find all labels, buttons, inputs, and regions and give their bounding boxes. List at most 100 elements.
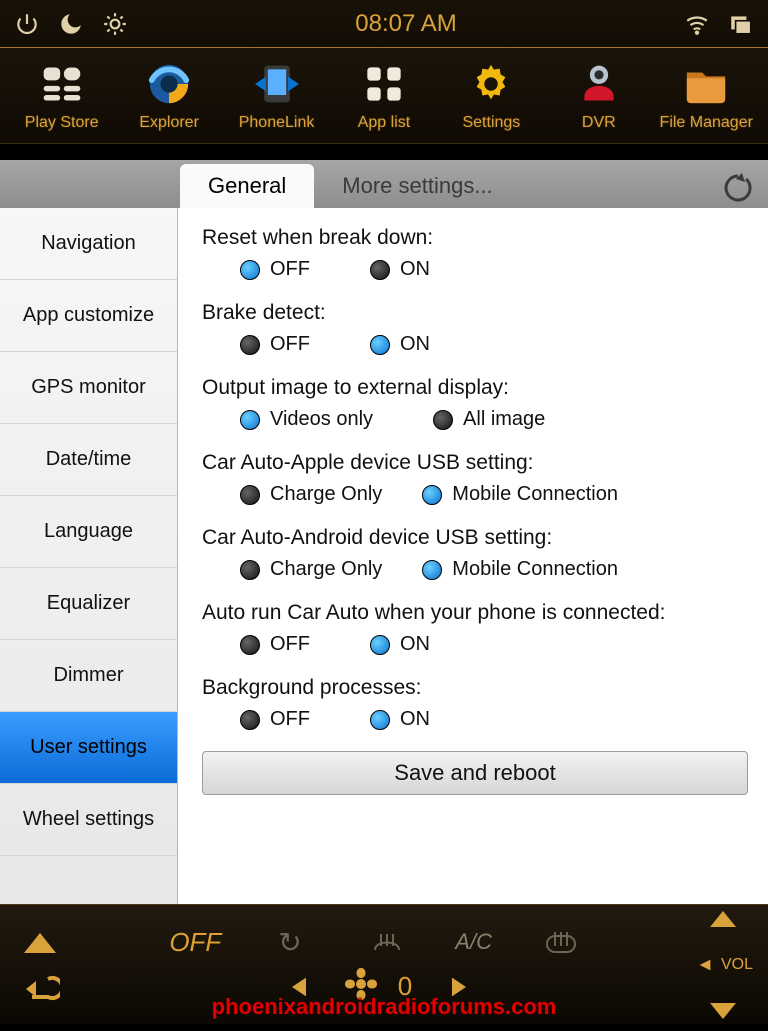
hvac-ac-label[interactable]: A/C xyxy=(455,929,492,955)
radio-icon xyxy=(422,560,442,580)
radio-icon xyxy=(240,485,260,505)
option-label: Charge Only xyxy=(270,558,382,581)
radio-option[interactable]: OFF xyxy=(240,258,310,281)
radio-option[interactable]: Mobile Connection xyxy=(422,558,618,581)
app-settings[interactable]: Settings xyxy=(438,60,544,132)
back-button[interactable] xyxy=(710,168,758,208)
dvr-icon xyxy=(575,60,623,108)
radio-icon xyxy=(370,335,390,355)
status-bar: 08:07 AM xyxy=(0,0,768,48)
option-row: Charge Only Mobile Connection xyxy=(202,483,748,506)
setting-group: Background processes:OFFON xyxy=(202,676,748,731)
radio-icon xyxy=(240,635,260,655)
phonelink-icon xyxy=(253,60,301,108)
settings-sidebar: NavigationApp customizeGPS monitorDate/t… xyxy=(0,208,178,904)
sidebar-item-language[interactable]: Language xyxy=(0,496,177,568)
wifi-icon[interactable] xyxy=(684,11,710,37)
option-row: OFF ON xyxy=(202,333,748,356)
watermark: phoenixandroidradioforums.com xyxy=(0,994,768,1020)
tab-more-settings[interactable]: More settings... xyxy=(314,164,520,208)
app-play-store[interactable]: Play Store xyxy=(9,60,115,132)
option-label: Charge Only xyxy=(270,483,382,506)
app-launcher: Play Store Explorer PhoneLink App list S… xyxy=(0,48,768,144)
setting-group: Auto run Car Auto when your phone is con… xyxy=(202,601,748,656)
tab-bar: General More settings... xyxy=(0,160,768,208)
option-label: Mobile Connection xyxy=(452,558,618,581)
apps-icon[interactable] xyxy=(728,11,754,37)
radio-option[interactable]: ON xyxy=(370,633,430,656)
option-label: OFF xyxy=(270,258,310,281)
setting-label: Auto run Car Auto when your phone is con… xyxy=(202,601,748,625)
app-label: File Manager xyxy=(660,114,753,132)
home-button[interactable] xyxy=(12,922,68,962)
tab-general[interactable]: General xyxy=(180,164,314,208)
option-label: Videos only xyxy=(270,408,373,431)
setting-label: Brake detect: xyxy=(202,301,748,325)
option-row: OFF ON xyxy=(202,258,748,281)
setting-group: Car Auto-Apple device USB setting:Charge… xyxy=(202,451,748,506)
option-row: OFF ON xyxy=(202,708,748,731)
app-app-list[interactable]: App list xyxy=(331,60,437,132)
option-row: Charge Only Mobile Connection xyxy=(202,558,748,581)
app-label: Play Store xyxy=(25,114,99,132)
radio-icon xyxy=(433,410,453,430)
app-explorer[interactable]: Explorer xyxy=(116,60,222,132)
sidebar-item-user-settings[interactable]: User settings xyxy=(0,712,177,784)
radio-option[interactable]: Videos only xyxy=(240,408,373,431)
save-reboot-button[interactable]: Save and reboot xyxy=(202,751,748,795)
sidebar-item-date-time[interactable]: Date/time xyxy=(0,424,177,496)
defrost-rear-icon[interactable] xyxy=(533,922,589,962)
recirculate-icon[interactable]: ↻ xyxy=(262,922,318,962)
radio-option[interactable]: All image xyxy=(433,408,545,431)
defrost-front-icon[interactable] xyxy=(359,922,415,962)
radio-option[interactable]: ON xyxy=(370,708,430,731)
radio-option[interactable]: Charge Only xyxy=(240,483,382,506)
option-label: ON xyxy=(400,633,430,656)
setting-group: Reset when break down:OFFON xyxy=(202,226,748,281)
settings-window: General More settings... NavigationApp c… xyxy=(0,160,768,904)
setting-label: Output image to external display: xyxy=(202,376,748,400)
setting-group: Brake detect: OFF ON xyxy=(202,301,748,356)
radio-icon xyxy=(240,335,260,355)
mute-button[interactable] xyxy=(693,945,717,985)
globe-icon xyxy=(145,60,193,108)
radio-icon xyxy=(370,260,390,280)
radio-option[interactable]: OFF xyxy=(240,633,310,656)
power-icon[interactable] xyxy=(14,11,40,37)
radio-option[interactable]: ON xyxy=(370,258,430,281)
sidebar-item-dimmer[interactable]: Dimmer xyxy=(0,640,177,712)
setting-group: Output image to external display: Videos … xyxy=(202,376,748,431)
vol-up-button[interactable] xyxy=(695,899,751,939)
radio-icon xyxy=(370,710,390,730)
setting-group: Car Auto-Android device USB setting:Char… xyxy=(202,526,748,581)
option-label: OFF xyxy=(270,633,310,656)
sidebar-item-gps-monitor[interactable]: GPS monitor xyxy=(0,352,177,424)
hvac-off-label[interactable]: OFF xyxy=(169,927,221,958)
radio-option[interactable]: ON xyxy=(370,333,430,356)
sidebar-item-app-customize[interactable]: App customize xyxy=(0,280,177,352)
app-label: App list xyxy=(358,114,410,132)
option-label: OFF xyxy=(270,708,310,731)
brightness-icon[interactable] xyxy=(102,11,128,37)
app-dvr[interactable]: DVR xyxy=(546,60,652,132)
radio-icon xyxy=(370,635,390,655)
option-label: ON xyxy=(400,258,430,281)
radio-icon xyxy=(240,410,260,430)
option-row: OFF ON xyxy=(202,633,748,656)
radio-option[interactable]: Mobile Connection xyxy=(422,483,618,506)
app-file-manager[interactable]: File Manager xyxy=(653,60,759,132)
radio-option[interactable]: Charge Only xyxy=(240,558,382,581)
night-icon[interactable] xyxy=(58,11,84,37)
sidebar-item-equalizer[interactable]: Equalizer xyxy=(0,568,177,640)
sidebar-item-wheel-settings[interactable]: Wheel settings xyxy=(0,784,177,856)
radio-icon xyxy=(240,260,260,280)
sidebar-item-navigation[interactable]: Navigation xyxy=(0,208,177,280)
radio-option[interactable]: OFF xyxy=(240,333,310,356)
app-label: Explorer xyxy=(139,114,199,132)
grid-icon xyxy=(360,60,408,108)
radio-option[interactable]: OFF xyxy=(240,708,310,731)
option-row: Videos only All image xyxy=(202,408,748,431)
app-phonelink[interactable]: PhoneLink xyxy=(224,60,330,132)
radio-icon xyxy=(240,710,260,730)
app-label: PhoneLink xyxy=(239,114,315,132)
